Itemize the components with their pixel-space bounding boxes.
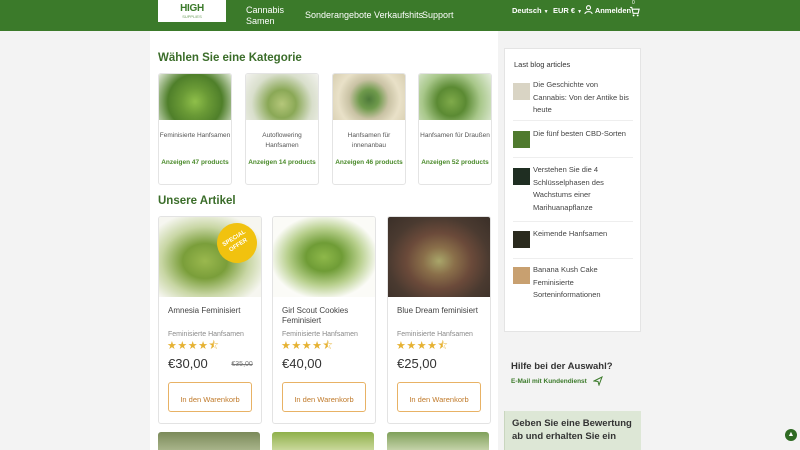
product-card-girl-scout-cookies[interactable]: Girl Scout Cookies Feminisiert Feminisie… [272, 216, 376, 424]
article-thumbnail [513, 131, 530, 148]
product-category: Feminisierte Hanfsamen [397, 331, 473, 338]
add-to-cart-button[interactable]: In den Warenkorb [282, 382, 366, 412]
product-category: Feminisierte Hanfsamen [168, 331, 244, 338]
blog-article[interactable]: Verstehen Sie die 4 Schlüsselphasen des … [513, 157, 633, 221]
category-link[interactable]: Anzeigen 52 products [419, 159, 491, 166]
logo-subtext: SUPPLIES [182, 14, 202, 19]
review-promo-text: Geben Sie eine Bewertung ab und erhalten… [512, 418, 632, 442]
product-card-amnesia[interactable]: SPECIAL OFFER Amnesia Feminisiert Femini… [158, 216, 262, 424]
product-image-next-row[interactable] [272, 432, 374, 450]
star-rating: ★★★★⯪ [281, 340, 334, 352]
article-title[interactable]: Banana Kush Cake Feminisierte Sorteninfo… [533, 264, 633, 302]
email-support-link[interactable]: E-Mail mit Kundendienst [511, 378, 587, 385]
product-image-next-row[interactable] [387, 432, 489, 450]
site-logo[interactable]: HIGH SUPPLIES [158, 0, 226, 22]
star-rating: ★★★★⯪ [167, 340, 220, 352]
category-name: Feminisierte Hanfsamen [159, 132, 231, 139]
product-category: Feminisierte Hanfsamen [282, 331, 358, 338]
special-offer-badge: SPECIAL OFFER [209, 217, 261, 271]
product-image: SPECIAL OFFER [159, 217, 261, 297]
product-name[interactable]: Amnesia Feminisiert [168, 306, 261, 328]
category-link[interactable]: Anzeigen 14 products [246, 159, 318, 166]
chevron-up-icon[interactable]: ▲ [785, 429, 797, 441]
product-price: €25,00 [397, 356, 490, 371]
category-image [246, 74, 318, 120]
blog-sidebar-title: Last blog articles [514, 60, 571, 69]
article-title[interactable]: Die fünf besten CBD-Sorten [533, 128, 633, 141]
nav-support[interactable]: Support [422, 10, 454, 21]
product-card-blue-dream[interactable]: Blue Dream feminisiert Feminisierte Hanf… [387, 216, 491, 424]
category-name: Autoflowering Hanfsamen [262, 132, 302, 149]
product-name[interactable]: Girl Scout Cookies Feminisiert [282, 306, 375, 328]
blog-article[interactable]: Die Geschichte von Cannabis: Von der Ant… [513, 76, 633, 120]
product-name[interactable]: Blue Dream feminisiert [397, 306, 490, 328]
blog-article[interactable]: Keimende Hanfsamen [513, 221, 633, 258]
category-image [419, 74, 491, 120]
article-title[interactable]: Keimende Hanfsamen [533, 228, 633, 241]
category-card-autoflowering[interactable]: Autoflowering Hanfsamen Anzeigen 14 prod… [245, 73, 319, 185]
category-link[interactable]: Anzeigen 47 products [159, 159, 231, 166]
product-image [273, 217, 375, 297]
nav-sonderangebote[interactable]: Sonderangebote Verkaufshits [305, 10, 423, 21]
product-image-next-row[interactable] [158, 432, 260, 450]
cart-icon[interactable] [629, 6, 640, 17]
chevron-down-icon: ▼ [543, 9, 549, 15]
category-name: Hanfsamen für innenanbau [347, 132, 391, 149]
article-title[interactable]: Verstehen Sie die 4 Schlüsselphasen des … [533, 164, 633, 214]
login-link[interactable]: Anmelden [584, 5, 631, 15]
current-price: €25,00 [397, 356, 437, 371]
category-link[interactable]: Anzeigen 46 products [333, 159, 405, 166]
products-section-title: Unsere Artikel [158, 195, 236, 207]
article-thumbnail [513, 168, 530, 185]
category-name: Hanfsamen für Draußen [420, 132, 490, 139]
article-thumbnail [513, 83, 530, 100]
article-title[interactable]: Die Geschichte von Cannabis: Von der Ant… [533, 79, 633, 117]
blog-article[interactable]: Die fünf besten CBD-Sorten [513, 120, 633, 157]
product-price: €30,00 €35,00 [168, 356, 261, 371]
category-image [333, 74, 405, 120]
currency-value: EUR € [553, 6, 576, 15]
logo-text: HIGH [180, 3, 204, 14]
chevron-down-icon: ▼ [577, 9, 583, 15]
language-select[interactable]: Deutsch ▼ [512, 6, 549, 15]
article-thumbnail [513, 231, 530, 248]
old-price: €35,00 [231, 361, 253, 368]
help-title: Hilfe bei der Auswahl? [511, 361, 613, 372]
blog-article[interactable]: Banana Kush Cake Feminisierte Sorteninfo… [513, 258, 633, 308]
category-card-feminized[interactable]: Feminisierte Hanfsamen Anzeigen 47 produ… [158, 73, 232, 185]
category-image [159, 74, 231, 120]
user-icon [584, 5, 593, 15]
category-card-outdoor[interactable]: Hanfsamen für Draußen Anzeigen 52 produc… [418, 73, 492, 185]
paper-plane-icon[interactable] [593, 376, 603, 386]
product-image [388, 217, 490, 297]
nav-cannabis-samen[interactable]: Cannabis Samen [246, 5, 296, 27]
top-header: HIGH SUPPLIES Cannabis Samen Sonderangeb… [0, 0, 800, 31]
category-section-title: Wählen Sie eine Kategorie [158, 52, 302, 64]
language-value: Deutsch [512, 6, 542, 15]
category-card-indoor[interactable]: Hanfsamen für innenanbau Anzeigen 46 pro… [332, 73, 406, 185]
add-to-cart-button[interactable]: In den Warenkorb [168, 382, 252, 412]
add-to-cart-button[interactable]: In den Warenkorb [397, 382, 481, 412]
star-rating: ★★★★⯪ [396, 340, 449, 352]
article-thumbnail [513, 267, 530, 284]
product-price: €40,00 [282, 356, 375, 371]
review-promo-box: Geben Sie eine Bewertung ab und erhalten… [504, 411, 641, 450]
currency-select[interactable]: EUR € ▼ [553, 6, 582, 15]
current-price: €40,00 [282, 356, 322, 371]
current-price: €30,00 [168, 356, 208, 371]
login-label: Anmelden [594, 6, 632, 15]
